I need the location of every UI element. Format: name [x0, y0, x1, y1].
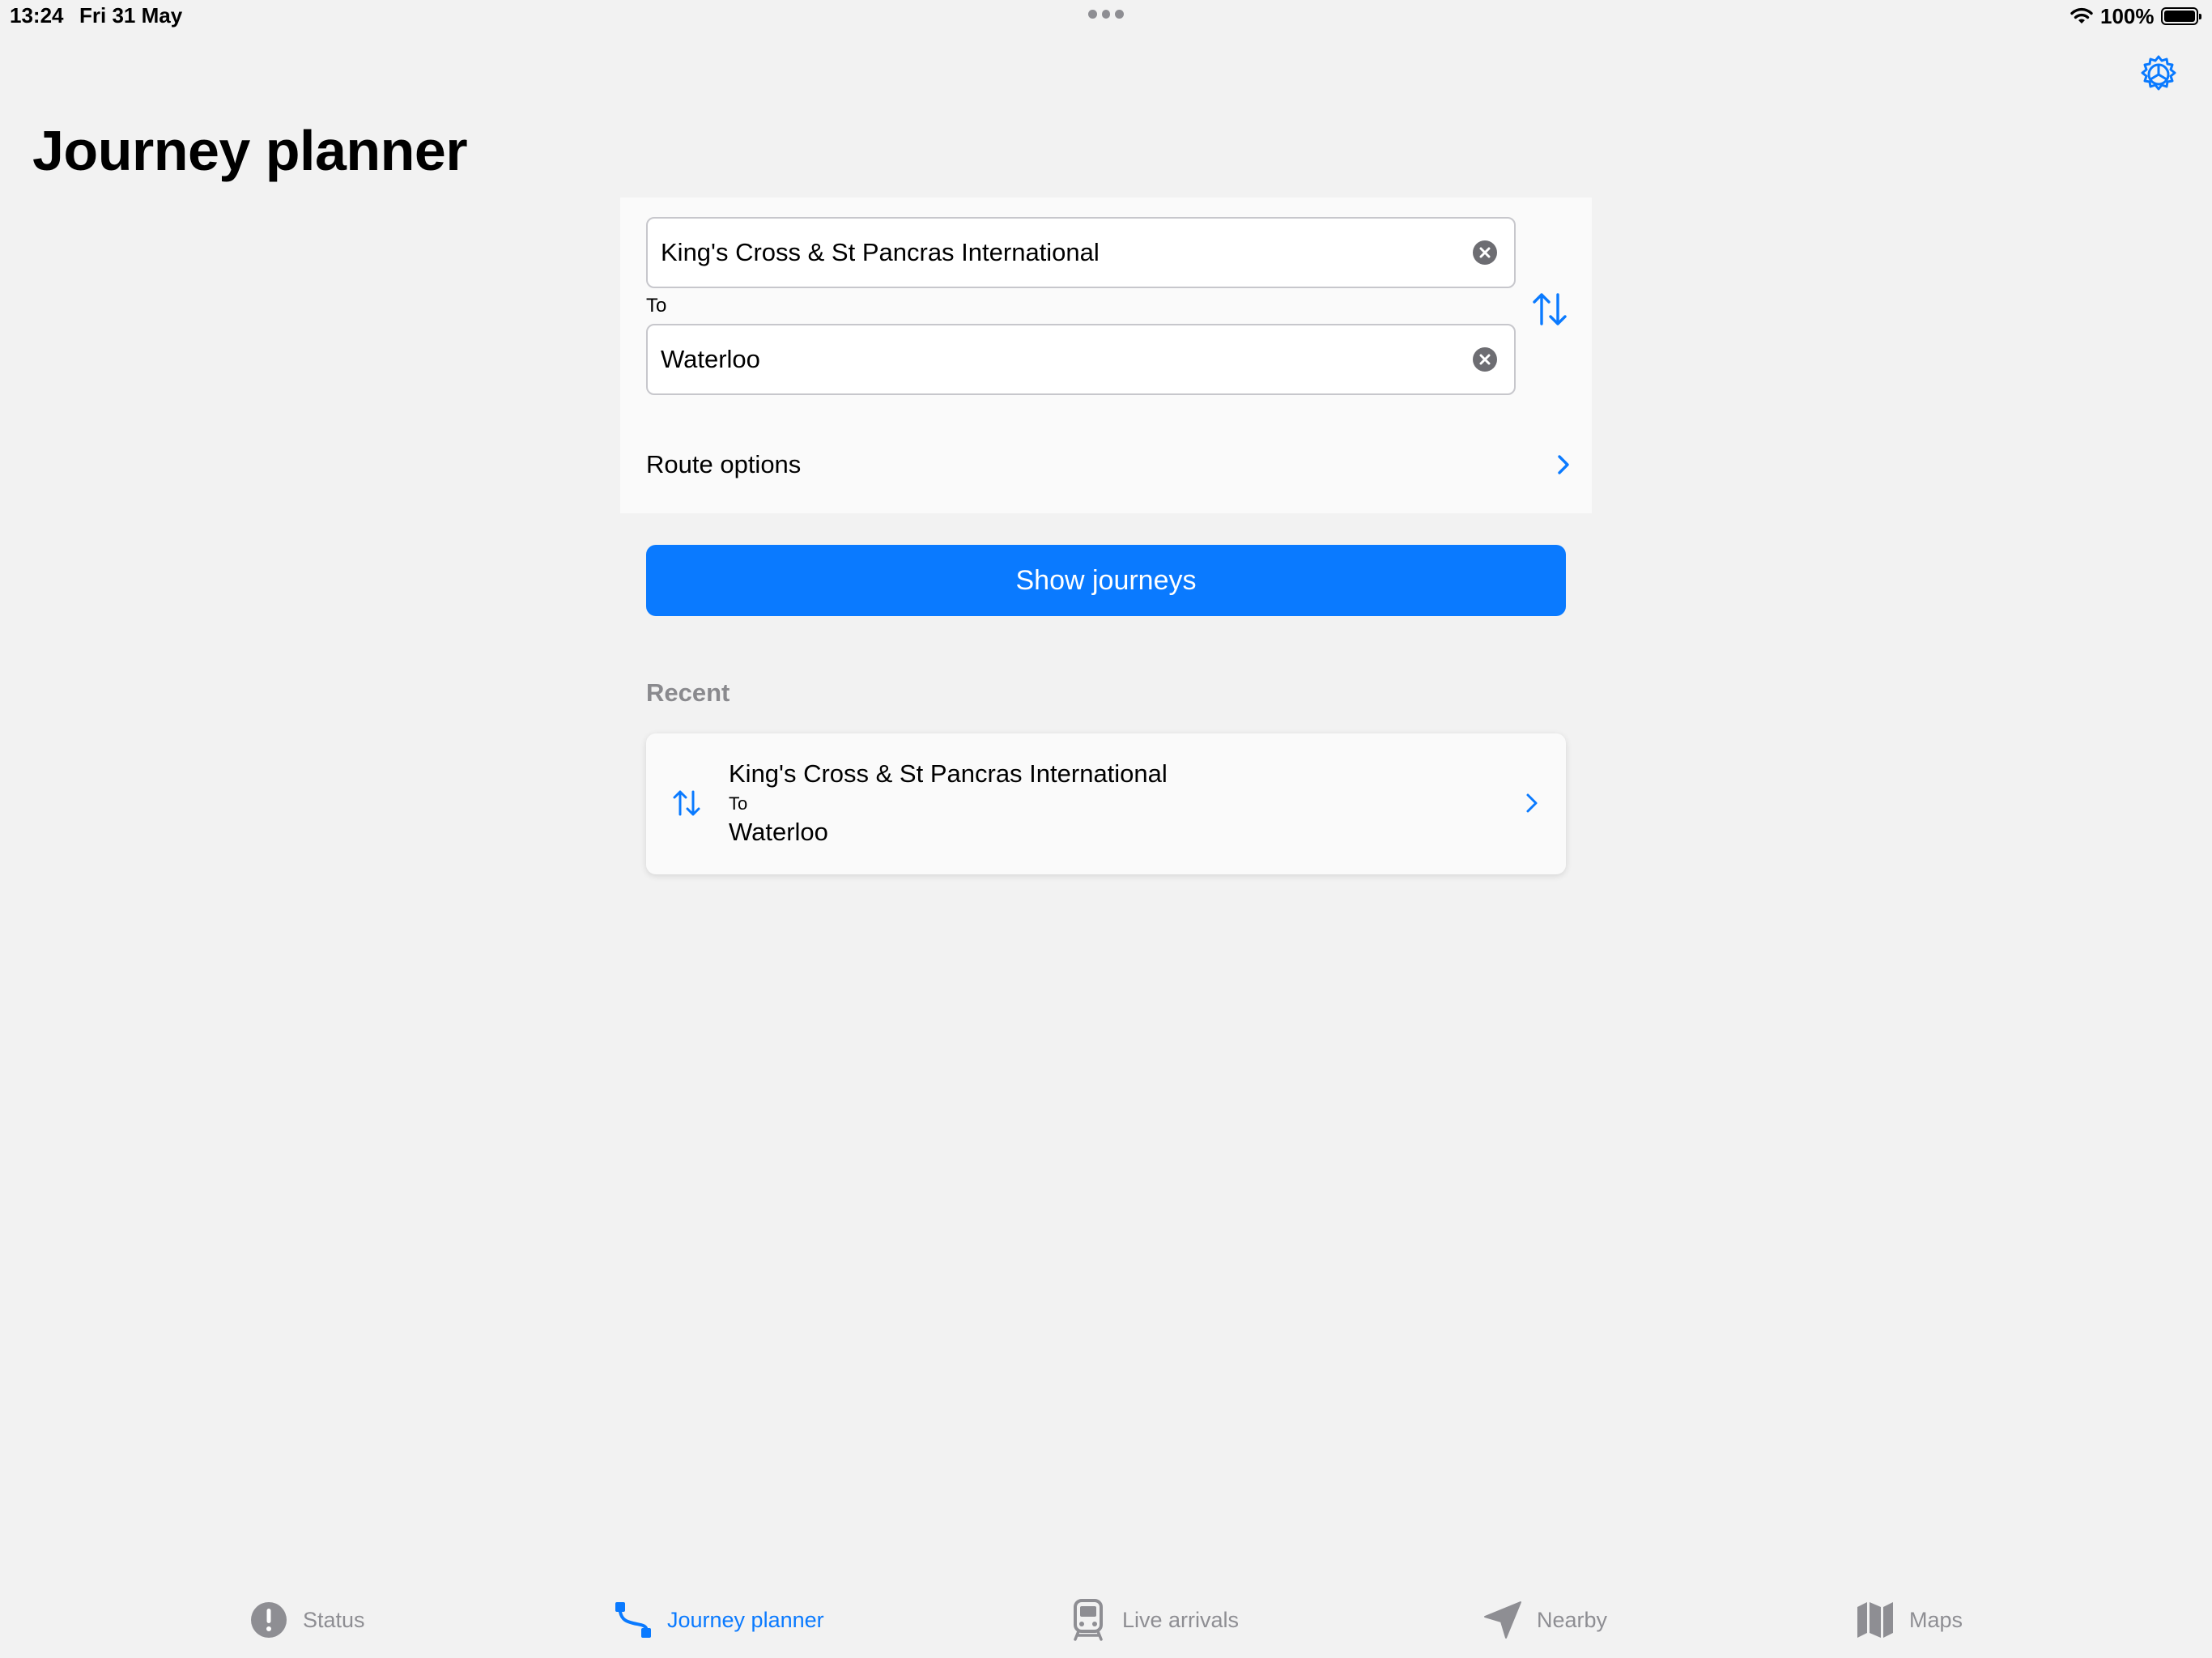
battery-percent: 100%	[2100, 3, 2155, 28]
recent-journey-item[interactable]: King's Cross & St Pancras International …	[646, 733, 1566, 874]
tab-live-arrivals[interactable]: Live arrivals	[1067, 1592, 1239, 1648]
chevron-right-icon	[1558, 455, 1569, 474]
tab-status[interactable]: Status	[248, 1592, 365, 1648]
to-field[interactable]	[646, 324, 1516, 395]
swap-direction-icon[interactable]	[1529, 288, 1571, 330]
swap-direction-icon	[673, 790, 700, 816]
train-icon	[1074, 1599, 1103, 1641]
clear-from-icon[interactable]	[1472, 240, 1498, 266]
status-indicators: 100%	[2069, 2, 2201, 31]
recent-heading: Recent	[646, 678, 730, 707]
tab-label: Maps	[1909, 1607, 1963, 1632]
route-options-row[interactable]: Route options	[646, 440, 1576, 489]
route-icon	[615, 1602, 651, 1638]
route-options-label: Route options	[646, 450, 802, 478]
tab-maps[interactable]: Maps	[1854, 1592, 1963, 1648]
settings-gear-icon[interactable]	[2136, 52, 2181, 97]
recent-to: Waterloo	[729, 818, 828, 846]
location-arrow-icon	[1484, 1601, 1521, 1639]
tab-label: Nearby	[1537, 1607, 1608, 1632]
show-journeys-button[interactable]: Show journeys	[646, 545, 1566, 616]
wifi-icon	[2070, 7, 2093, 23]
tab-label: Status	[303, 1607, 365, 1632]
from-field[interactable]	[646, 217, 1516, 288]
battery-icon	[2160, 7, 2201, 25]
clear-to-icon[interactable]	[1472, 346, 1498, 372]
to-label: To	[646, 295, 667, 317]
map-icon	[1857, 1602, 1893, 1638]
tab-nearby[interactable]: Nearby	[1482, 1592, 1607, 1648]
journey-form-card: To Route options	[620, 198, 1592, 513]
exclamation-circle-icon	[251, 1602, 287, 1638]
recent-to-label: To	[729, 793, 748, 814]
tab-journey-planner[interactable]: Journey planner	[612, 1592, 824, 1648]
tab-label: Journey planner	[667, 1607, 824, 1632]
status-date: Fri 31 May	[79, 3, 183, 28]
status-time: 13:24	[10, 3, 64, 28]
to-input[interactable]	[661, 325, 1438, 393]
page-title: Journey planner	[32, 119, 468, 182]
from-input[interactable]	[661, 219, 1438, 287]
multitasking-dots-icon[interactable]	[1088, 10, 1125, 19]
chevron-right-icon	[1526, 793, 1538, 813]
tab-label: Live arrivals	[1122, 1607, 1240, 1632]
recent-from: King's Cross & St Pancras International	[729, 759, 1168, 788]
